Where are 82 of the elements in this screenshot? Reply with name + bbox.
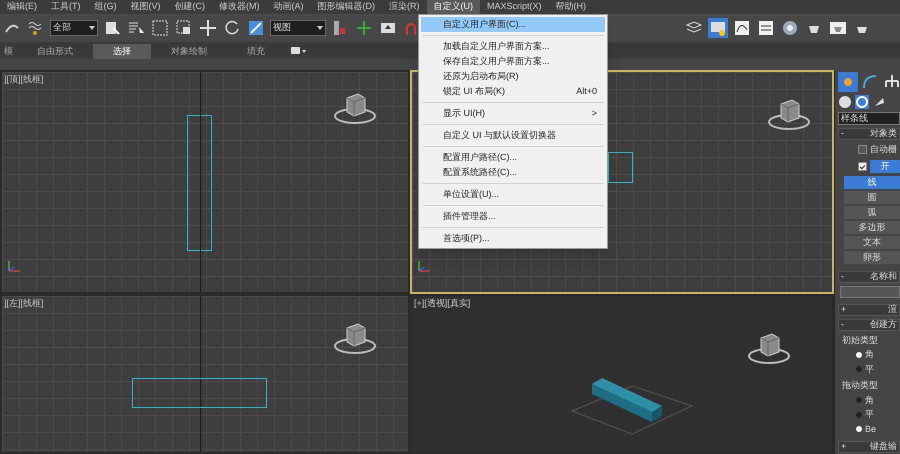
- viewport[interactable]: [+][透视][真实]: [410, 294, 834, 454]
- checkbox-label: 自动栅: [870, 143, 897, 156]
- checkbox[interactable]: [858, 162, 867, 170]
- dropdown-menu-item[interactable]: 首选项(P)...: [421, 231, 605, 246]
- rollout-header[interactable]: - 对象类: [838, 128, 900, 140]
- rectangle-shape: [608, 152, 633, 183]
- name-input-field[interactable]: [840, 286, 900, 298]
- ribbon-tab[interactable]: 填充: [227, 44, 285, 59]
- dropdown-menu-item[interactable]: 配置用户路径(C)...: [421, 150, 605, 165]
- dropdown-menu-item[interactable]: 自定义用户界面(C)...: [421, 17, 605, 32]
- rollout-header[interactable]: + 键盘输: [838, 441, 900, 453]
- menu-item[interactable]: 修改器(M): [212, 0, 266, 14]
- ribbon-tab[interactable]: 对象绘制: [151, 44, 227, 59]
- dropdown-menu-item[interactable]: 单位设置(U)...: [421, 187, 605, 202]
- dropdown-arrow-icon: [89, 26, 95, 30]
- viewport-label[interactable]: ][左][线框]: [4, 297, 44, 310]
- rollout-header[interactable]: + 渲: [838, 304, 900, 316]
- dropdown-arrow-icon: [317, 26, 323, 30]
- ribbon-tab[interactable]: 模: [0, 44, 17, 59]
- dropdown-menu-item[interactable]: 加载自定义用户界面方案...: [421, 39, 605, 54]
- radio-button[interactable]: [856, 412, 862, 418]
- viewport-label[interactable]: ][顶][线框]: [4, 73, 44, 86]
- rollout-header[interactable]: - 创建方: [838, 318, 900, 330]
- shape-type-button[interactable]: 圆: [844, 190, 900, 204]
- radio-label: 角: [865, 348, 874, 361]
- ribbon-options-icon[interactable]: [291, 46, 307, 56]
- menu-item[interactable]: 渲染(R): [382, 0, 426, 14]
- shape-type-button[interactable]: 线: [844, 176, 900, 188]
- dropdown-menu-item[interactable]: 锁定 UI 布局(K) Alt+0: [421, 84, 605, 99]
- radio-label: 角: [865, 394, 874, 406]
- geometry-icon[interactable]: [838, 95, 852, 109]
- ribbon-tab[interactable]: 选择: [93, 44, 151, 59]
- dope-sheet-icon[interactable]: [756, 18, 776, 38]
- menu-item[interactable]: 创建(C): [168, 0, 212, 14]
- radio-button[interactable]: [856, 397, 862, 404]
- material-editor-icon[interactable]: [780, 18, 800, 38]
- curve-editor-icon[interactable]: [732, 18, 752, 38]
- rollout-header[interactable]: - 名称和: [838, 270, 900, 282]
- submenu-arrow: >: [592, 106, 597, 120]
- shortcut-label: Alt+0: [576, 84, 597, 98]
- dropdown-menu-item[interactable]: 显示 UI(H) >: [421, 106, 605, 121]
- checkbox[interactable]: [858, 145, 867, 154]
- radio-button[interactable]: [856, 366, 862, 372]
- move-icon[interactable]: [198, 18, 218, 38]
- dropdown-menu-item[interactable]: 配置系统路径(C)...: [421, 165, 605, 180]
- shape-type-button[interactable]: 弧: [844, 206, 900, 218]
- reference-coordinate-dropdown[interactable]: 视图: [270, 20, 326, 36]
- viewport[interactable]: ][左][线框]: [0, 294, 410, 454]
- axis-tripod-icon: [416, 258, 432, 274]
- selection-filter-dropdown[interactable]: 全部: [50, 20, 98, 36]
- menu-item[interactable]: 图形编辑器(D): [310, 0, 382, 14]
- dropdown-menu-item[interactable]: 保存自定义用户界面方案...: [421, 54, 605, 69]
- radio-button[interactable]: [856, 352, 862, 358]
- menu-item[interactable]: 帮助(H): [548, 0, 594, 14]
- axis-tripod-icon: [6, 258, 22, 274]
- radio-label: 平: [865, 408, 874, 421]
- viewport-label[interactable]: [+][透视][真实]: [414, 297, 470, 310]
- shape-type-button[interactable]: 卵形: [844, 250, 900, 264]
- radio-button[interactable]: [856, 426, 862, 432]
- category-dropdown[interactable]: 样条线: [838, 112, 900, 125]
- group-title: 初始类型: [842, 334, 879, 346]
- dropdown-menu-item[interactable]: 插件管理器...: [421, 209, 605, 224]
- menu-item[interactable]: MAXScript(X): [480, 0, 549, 14]
- scale-icon[interactable]: [246, 18, 266, 38]
- menu-item[interactable]: 视图(V): [124, 0, 168, 14]
- group-title: 拖动类型: [842, 379, 879, 392]
- dropdown-menu-item[interactable]: 还原为启动布局(R): [421, 69, 605, 84]
- selection-region-icon[interactable]: [150, 18, 170, 38]
- dropdown-menu-item[interactable]: 自定义 UI 与默认设置切换器: [421, 128, 605, 143]
- menu-item[interactable]: 工具(T): [44, 0, 88, 14]
- shape-type-button[interactable]: 多边形: [844, 220, 900, 234]
- shape-type-button[interactable]: 文本: [844, 236, 900, 248]
- shapes-icon[interactable]: [855, 95, 869, 109]
- radio-label: 平: [865, 362, 874, 376]
- start-new-shape-button[interactable]: 开: [870, 160, 900, 172]
- menu-item[interactable]: 组(G): [88, 0, 124, 14]
- menu-item[interactable]: 编辑(E): [0, 0, 44, 14]
- menu-item[interactable]: 自定义(U): [426, 0, 480, 14]
- ribbon-tab[interactable]: 自由形式: [17, 44, 93, 59]
- radio-label: Be: [865, 422, 876, 436]
- menu-item[interactable]: 动画(A): [266, 0, 310, 14]
- viewport[interactable]: ][顶][线框]: [0, 70, 410, 294]
